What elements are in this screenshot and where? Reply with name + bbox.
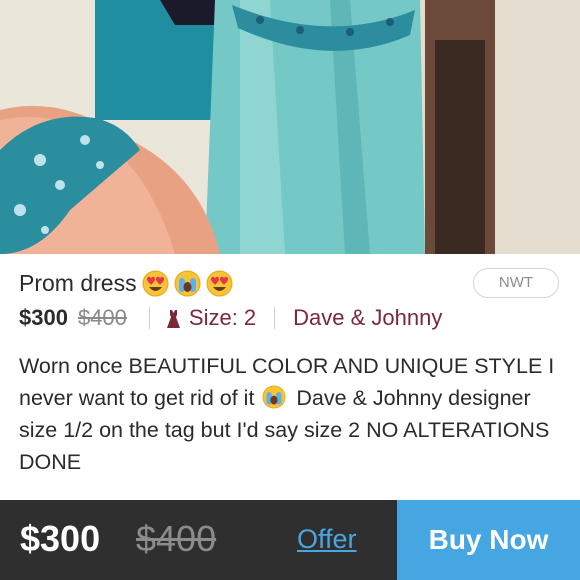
price-row: $300 $400 Size: 2 Dave & Johnny <box>19 302 442 334</box>
crying-emoji-icon <box>262 385 286 409</box>
divider <box>148 307 150 329</box>
heart-eyes-emoji-icon <box>206 270 233 297</box>
size-label[interactable]: Size: 2 <box>189 305 256 331</box>
listing-title: Prom dress <box>19 269 137 296</box>
crying-emoji-icon <box>174 270 201 297</box>
purchase-bar-price-area: $300 $400 Offer <box>0 500 397 580</box>
heart-eyes-emoji-icon <box>142 270 169 297</box>
purchase-bar: $300 $400 Offer Buy Now <box>0 500 580 580</box>
offer-button[interactable]: Offer <box>297 524 357 555</box>
title-row: Prom dress <box>19 266 233 300</box>
bar-price: $300 <box>20 518 101 559</box>
listing-description: Worn once BEAUTIFUL COLOR AND UNIQUE STY… <box>19 350 564 478</box>
listing-original-price: $400 <box>77 305 127 330</box>
listing-info: Prom dress NWT $300 $400 Size: 2 Dave & … <box>0 254 580 500</box>
brand-link[interactable]: Dave & Johnny <box>293 305 442 331</box>
dress-icon <box>166 309 181 328</box>
product-photo[interactable] <box>0 0 580 254</box>
condition-badge: NWT <box>473 268 559 298</box>
buy-now-button[interactable]: Buy Now <box>397 500 580 580</box>
divider <box>274 307 276 329</box>
listing-price: $300 <box>19 305 68 330</box>
bar-original-price: $400 <box>136 518 217 559</box>
